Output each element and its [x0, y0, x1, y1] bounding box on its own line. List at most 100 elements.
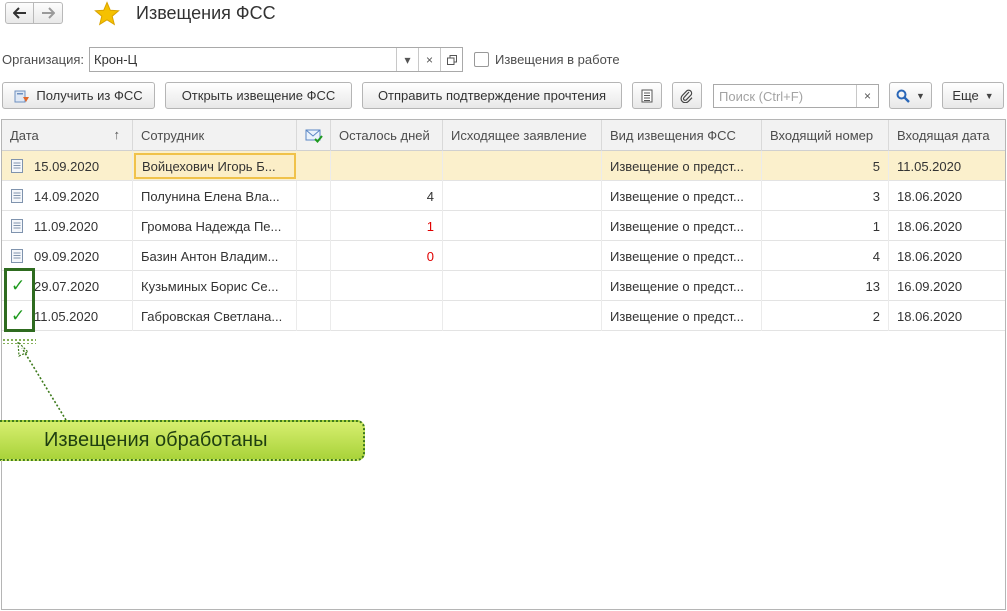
- table-row[interactable]: 14.09.2020 Полунина Елена Вла... 4 Извещени…: [2, 181, 1005, 211]
- download-fss-icon: [14, 90, 30, 102]
- open-button[interactable]: [440, 48, 462, 71]
- open-notice-button[interactable]: Открыть извещение ФСС: [165, 82, 352, 109]
- column-header-days-left[interactable]: Осталось дней: [331, 120, 443, 151]
- send-read-confirmation-button[interactable]: Отправить подтверждение прочтения: [362, 82, 622, 109]
- column-header-incoming-number[interactable]: Входящий номер: [762, 120, 889, 151]
- search-clear-button[interactable]: ×: [856, 85, 878, 107]
- date-value: 11.05.2020: [34, 308, 99, 324]
- days-left-cell: [331, 151, 443, 181]
- days-left-cell: 1: [331, 211, 443, 241]
- paperclip-icon: [680, 89, 693, 103]
- employee-cell-selected[interactable]: Войцехович Игорь Б...: [134, 153, 296, 179]
- table-row[interactable]: 11.09.2020 Громова Надежда Пе... 1 Извещени…: [2, 211, 1005, 241]
- arrow-left-icon: [12, 7, 26, 19]
- date-cell: 09.09.2020: [2, 241, 133, 271]
- kind-cell: Извещение о предст...: [602, 211, 762, 241]
- outgoing-cell: [443, 241, 602, 271]
- attachments-button[interactable]: [672, 82, 702, 109]
- dropdown-button[interactable]: ▾: [396, 48, 418, 71]
- in-work-checkbox[interactable]: [474, 52, 489, 67]
- table-row[interactable]: ✓ 29.07.2020 Кузьминых Борис Се... Извещени…: [2, 271, 1005, 301]
- in-work-label: Извещения в работе: [495, 52, 620, 67]
- chevron-down-icon: ▼: [916, 90, 925, 101]
- document-icon: [11, 249, 23, 263]
- mail-status-cell: [297, 151, 331, 181]
- organization-field[interactable]: Крон-Ц ▾ ×: [89, 47, 463, 72]
- get-from-fss-button[interactable]: Получить из ФСС: [2, 82, 155, 109]
- organization-value: Крон-Ц: [94, 52, 138, 67]
- back-button[interactable]: [5, 2, 34, 24]
- organization-label: Организация:: [2, 52, 85, 67]
- kind-cell: Извещение о предст...: [602, 151, 762, 181]
- table-row[interactable]: ✓ 11.05.2020 Габровская Светлана... Извещен…: [2, 301, 1005, 331]
- page-title: Извещения ФСС: [136, 3, 276, 23]
- date-cell: 14.09.2020: [2, 181, 133, 211]
- table-row[interactable]: 09.09.2020 Базин Антон Владим... 0 Извещени…: [2, 241, 1005, 271]
- days-left-cell: [331, 301, 443, 331]
- column-header-kind-label: Вид извещения ФСС: [610, 128, 736, 143]
- date-value: 29.07.2020: [34, 278, 100, 294]
- incoming-date-cell: 11.05.2020: [897, 158, 962, 174]
- column-header-days-left-label: Осталось дней: [339, 128, 430, 143]
- kind-cell: Извещение о предст...: [602, 181, 762, 211]
- column-header-kind[interactable]: Вид извещения ФСС: [602, 120, 762, 151]
- kind-cell: Извещение о предст...: [602, 301, 762, 331]
- incoming-date-cell: 18.06.2020: [897, 188, 963, 204]
- mail-status-cell: [297, 271, 331, 301]
- column-header-incoming-date[interactable]: Входящая дата: [889, 120, 1005, 151]
- search-placeholder: Поиск (Ctrl+F): [719, 89, 804, 104]
- chevron-down-icon: ▾: [404, 52, 411, 67]
- close-icon: ×: [863, 89, 871, 103]
- sort-ascending-icon: ↑: [113, 127, 121, 142]
- column-header-date-label: Дата: [10, 128, 39, 143]
- incoming-date-cell: 18.06.2020: [897, 248, 963, 264]
- employee-cell: Полунина Елена Вла...: [133, 181, 297, 211]
- date-value: 09.09.2020: [34, 248, 100, 264]
- chevron-down-icon: ▼: [984, 90, 994, 101]
- days-left-cell: 4: [331, 181, 443, 211]
- date-cell: 15.09.2020: [2, 151, 133, 181]
- list-settings-button[interactable]: [632, 82, 662, 109]
- magnifier-icon: [896, 89, 910, 103]
- close-icon: ×: [425, 52, 433, 67]
- incoming-number-cell: 1: [762, 211, 889, 241]
- open-notice-label: Открыть извещение ФСС: [181, 88, 336, 103]
- forward-button[interactable]: [34, 2, 63, 24]
- find-button[interactable]: ▼: [889, 82, 932, 109]
- outgoing-cell: [443, 271, 602, 301]
- column-header-employee-label: Сотрудник: [141, 128, 205, 143]
- list-icon: [641, 89, 653, 102]
- incoming-date-cell: 18.06.2020: [897, 218, 963, 234]
- more-label: Еще: [952, 88, 979, 103]
- callout-arrow: [17, 340, 67, 421]
- mail-status-cell: [297, 181, 331, 211]
- more-button[interactable]: Еще ▼: [942, 82, 1004, 109]
- kind-cell: Извещение о предст...: [602, 271, 762, 301]
- incoming-number-cell: 4: [762, 241, 889, 271]
- column-header-outgoing[interactable]: Исходящее заявление: [443, 120, 602, 151]
- clear-button[interactable]: ×: [418, 48, 440, 71]
- incoming-number-cell: 3: [762, 181, 889, 211]
- incoming-date-cell: 18.06.2020: [897, 308, 963, 324]
- days-left-cell: 0: [331, 241, 443, 271]
- search-input[interactable]: Поиск (Ctrl+F) ×: [713, 84, 879, 108]
- column-header-mail[interactable]: [297, 120, 331, 151]
- date-value: 15.09.2020: [34, 158, 100, 174]
- column-header-date[interactable]: Дата ↑: [2, 120, 133, 151]
- document-icon: [11, 219, 23, 233]
- notices-table: Дата ↑ Сотрудник Осталось дней Исходящее…: [1, 119, 1006, 610]
- table-row[interactable]: 15.09.2020 Войцехович Игорь Б... Извещение…: [2, 151, 1005, 181]
- mail-status-cell: [297, 301, 331, 331]
- incoming-number-cell: 2: [762, 301, 889, 331]
- column-header-outgoing-label: Исходящее заявление: [451, 128, 587, 143]
- column-header-employee[interactable]: Сотрудник: [133, 120, 297, 151]
- mail-status-cell: [297, 241, 331, 271]
- incoming-number-cell: 13: [762, 271, 889, 301]
- arrow-right-icon: [42, 7, 55, 19]
- date-cell: 11.09.2020: [2, 211, 133, 241]
- outgoing-cell: [443, 301, 602, 331]
- outgoing-cell: [443, 151, 602, 181]
- employee-cell: Габровская Светлана...: [133, 301, 297, 331]
- outgoing-cell: [443, 211, 602, 241]
- favorite-star-icon[interactable]: [94, 1, 120, 27]
